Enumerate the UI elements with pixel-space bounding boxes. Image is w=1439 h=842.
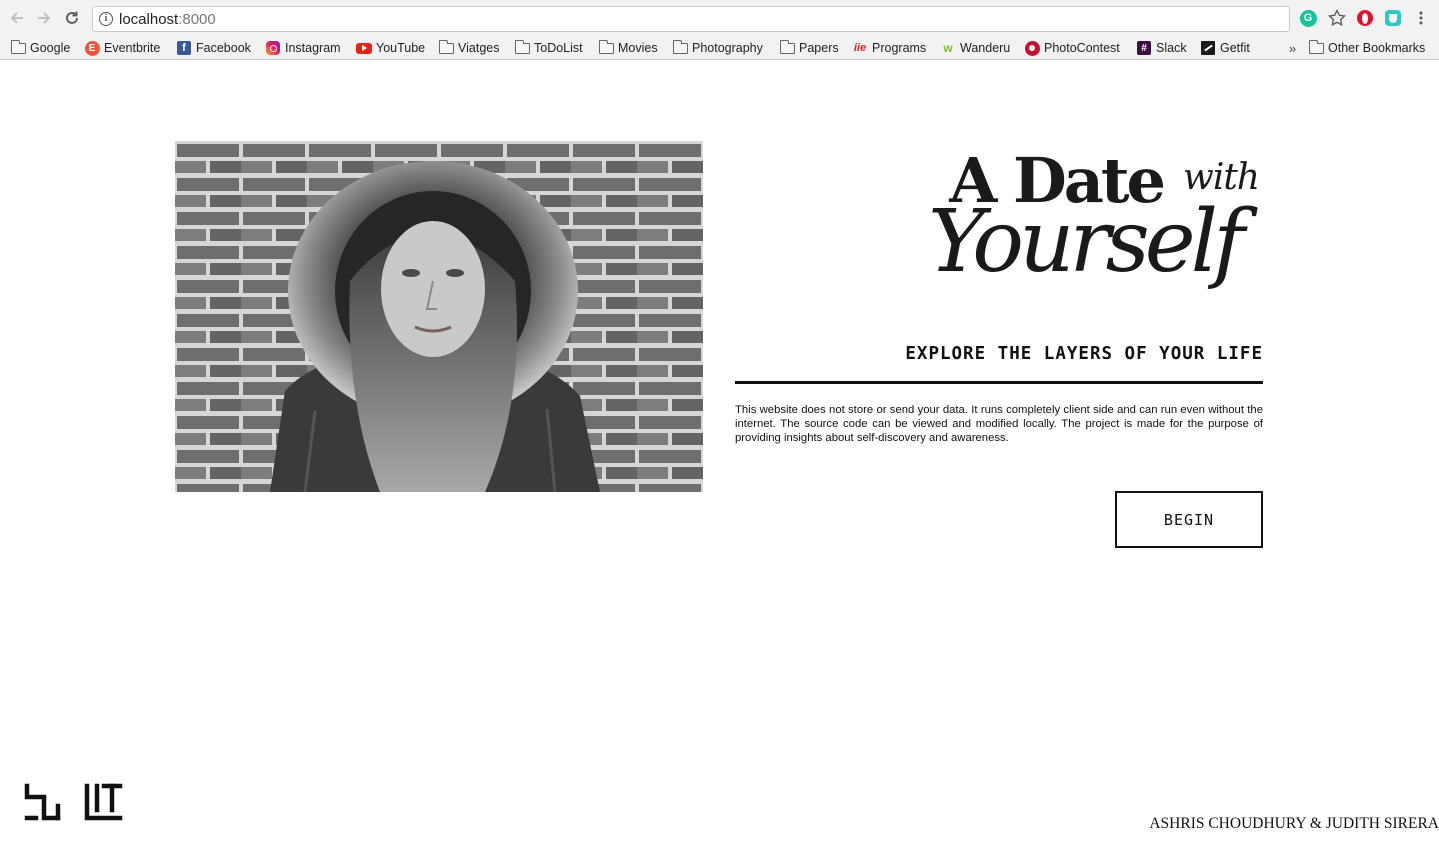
bookmark-movies[interactable]: Movies: [598, 39, 658, 57]
bookmark-programs[interactable]: iie Programs: [852, 39, 926, 57]
menu-kebab-icon[interactable]: [1412, 9, 1430, 27]
privacy-disclaimer: This website does not store or send your…: [735, 404, 1263, 444]
folder-icon: [438, 39, 454, 55]
grammarly-extension-icon[interactable]: G: [1299, 9, 1317, 27]
reload-icon: [66, 11, 78, 24]
portrait-photo-image: [175, 141, 703, 492]
arrow-right-icon: [38, 12, 51, 24]
address-url[interactable]: localhost:8000: [119, 11, 216, 28]
site-info-icon[interactable]: i: [99, 12, 113, 26]
folder-icon: [514, 39, 530, 55]
bookmarks-overflow-button[interactable]: »: [1289, 39, 1296, 57]
monogram-logo-icon: [24, 783, 123, 821]
wanderu-icon: w: [943, 41, 953, 55]
arrow-left-icon: [10, 12, 23, 24]
folder-icon: [779, 39, 795, 55]
bookmark-photocontest[interactable]: PhotoContest: [1024, 39, 1120, 57]
youtube-icon: [356, 41, 372, 55]
begin-button[interactable]: BEGIN: [1115, 491, 1263, 548]
reload-button[interactable]: [62, 8, 82, 28]
getfit-icon: [1200, 41, 1216, 55]
bookmark-getfit[interactable]: Getfit: [1200, 39, 1250, 57]
opera-extension-icon[interactable]: [1356, 9, 1374, 27]
folder-icon: [10, 39, 26, 55]
divider: [735, 381, 1263, 384]
bookmark-facebook[interactable]: f Facebook: [176, 39, 251, 57]
bookmark-eventbrite[interactable]: E Eventbrite: [84, 39, 160, 57]
slack-icon: #: [1136, 41, 1152, 55]
bookmark-instagram[interactable]: Instagram: [265, 39, 341, 57]
bookmark-youtube[interactable]: YouTube: [356, 39, 425, 57]
back-button[interactable]: [7, 8, 27, 28]
bookmark-todolist[interactable]: ToDoList: [514, 39, 583, 57]
credits: ASHRIS CHOUDHURY & JUDITH SIRERA: [1149, 815, 1439, 832]
studio-logo: [24, 783, 124, 821]
iie-icon: iie: [853, 42, 867, 54]
address-bar[interactable]: i localhost:8000: [92, 6, 1290, 32]
hero-photo: [175, 141, 703, 492]
photocontest-icon: [1024, 40, 1040, 56]
bookmark-photography[interactable]: Photography: [672, 39, 763, 57]
forward-button[interactable]: [34, 8, 54, 28]
bookmark-other-bookmarks[interactable]: Other Bookmarks: [1308, 39, 1425, 57]
bookmark-star-icon[interactable]: [1328, 9, 1346, 27]
bookmark-papers[interactable]: Papers: [779, 39, 839, 57]
facebook-icon: f: [176, 41, 192, 55]
bookmarks-bar: Google E Eventbrite f Facebook Instagram Y…: [0, 36, 1439, 60]
bookmark-viatges[interactable]: Viatges: [438, 39, 499, 57]
bookmark-slack[interactable]: # Slack: [1136, 39, 1187, 57]
folder-icon: [598, 39, 614, 55]
folder-icon: [1308, 39, 1324, 55]
bookmark-wanderu[interactable]: w Wanderu: [940, 39, 1010, 57]
tagline: EXPLORE THE LAYERS OF YOUR LIFE: [905, 344, 1263, 364]
title-yourself: Yourself: [928, 192, 1245, 292]
shield-extension-icon[interactable]: [1384, 9, 1402, 27]
bookmark-google[interactable]: Google: [10, 39, 70, 57]
site-title: A Date with Yourself: [920, 148, 1265, 308]
browser-toolbar: i localhost:8000 G: [0, 0, 1439, 36]
instagram-icon: [265, 41, 281, 55]
folder-icon: [672, 39, 688, 55]
eventbrite-icon: E: [84, 40, 100, 56]
